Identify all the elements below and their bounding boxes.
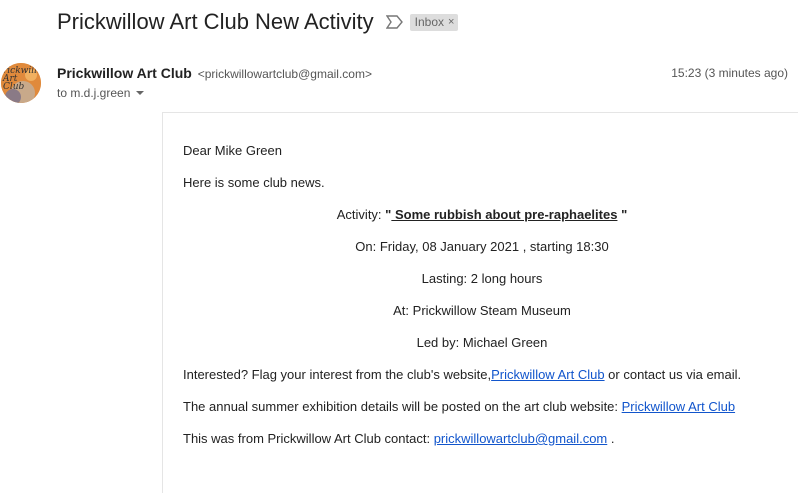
contact-text: This was from Prickwillow Art Club conta… (183, 431, 434, 446)
contact-suffix: . (607, 431, 615, 446)
recipient-text: to m.d.j.green (57, 86, 131, 100)
subject-row: Prickwillow Art Club New Activity Inbox … (57, 8, 459, 36)
sender-email[interactable]: <prickwillowartclub@gmail.com> (198, 67, 372, 81)
contact-email-link[interactable]: prickwillowartclub@gmail.com (434, 431, 608, 446)
email-subject: Prickwillow Art Club New Activity (57, 9, 374, 34)
activity-title: Some rubbish about pre-raphaelites (391, 207, 618, 222)
exhibition-line: The annual summer exhibition details wil… (183, 399, 735, 414)
sender-row: Prickwillow Art Club <prickwillowartclub… (57, 65, 372, 81)
activity-duration: Lasting: 2 long hours (421, 271, 543, 286)
greeting: Dear Mike Green (183, 143, 282, 158)
activity-location: At: Prickwillow Steam Museum (393, 303, 571, 318)
club-website-link[interactable]: Prickwillow Art Club (491, 367, 604, 382)
avatar-logo-text: rickwillo Art Club (3, 66, 41, 92)
importance-marker-icon[interactable] (385, 15, 404, 29)
contact-line: This was from Prickwillow Art Club conta… (183, 431, 615, 446)
inbox-label-text: Inbox (414, 14, 444, 29)
sender-name[interactable]: Prickwillow Art Club (57, 65, 192, 81)
intro-text: Here is some club news. (183, 175, 325, 190)
interested-line: Interested? Flag your interest from the … (183, 367, 741, 382)
exhibition-text: The annual summer exhibition details wil… (183, 399, 622, 414)
recipient-details-toggle[interactable]: to m.d.j.green (57, 86, 145, 100)
chevron-down-icon[interactable] (136, 91, 145, 95)
sender-avatar[interactable]: rickwillo Art Club (1, 63, 41, 103)
interested-suffix: or contact us via email. (604, 367, 742, 382)
activity-line: Activity: " Some rubbish about pre-rapha… (183, 207, 781, 222)
inbox-label-chip: Inbox × (409, 13, 459, 31)
activity-prefix: Activity: (336, 207, 386, 222)
activity-date: On: Friday, 08 January 2021 , starting 1… (355, 239, 609, 254)
email-timestamp: 15:23 (3 minutes ago) (671, 66, 788, 80)
exhibition-website-link[interactable]: Prickwillow Art Club (622, 399, 735, 414)
activity-leader: Led by: Michael Green (416, 335, 548, 350)
interested-text: Interested? Flag your interest from the … (183, 367, 492, 382)
remove-label-close-icon[interactable]: × (448, 16, 454, 28)
activity-close-quote: " (617, 207, 628, 222)
